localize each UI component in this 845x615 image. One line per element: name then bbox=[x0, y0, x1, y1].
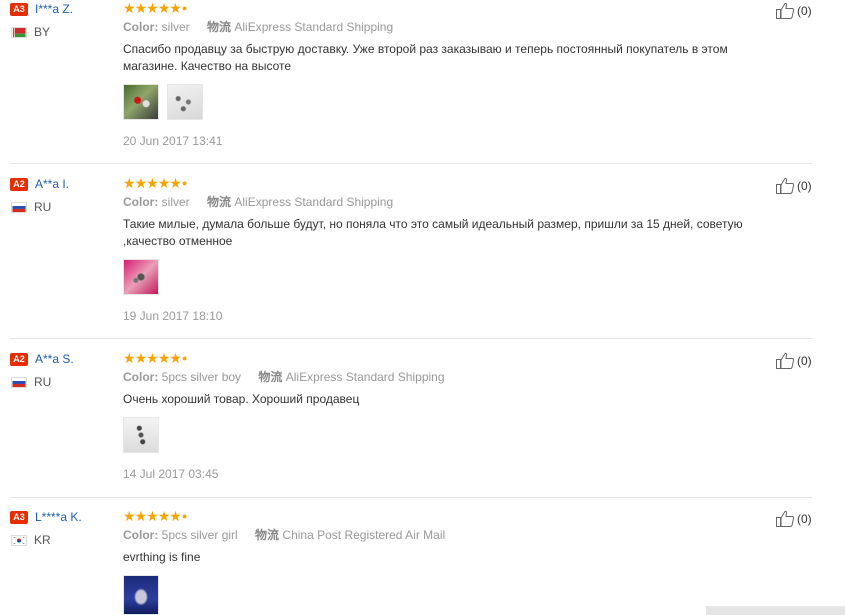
review-text: Очень хороший товар. Хороший продавец bbox=[123, 392, 360, 406]
reviewer-country: KR bbox=[34, 533, 51, 547]
reviewer-name[interactable]: A**a I. bbox=[35, 175, 69, 193]
page-footer-edge bbox=[706, 606, 845, 615]
shipping-value: AliExpress Standard Shipping bbox=[234, 20, 394, 34]
shipping-label: 物流 bbox=[207, 195, 232, 209]
order-info: Color: silver 物流 AliExpress Standard Shi… bbox=[123, 194, 393, 210]
star-icon: ★ bbox=[157, 508, 171, 524]
color-label: Color: bbox=[123, 528, 159, 542]
shipping-value: China Post Registered Air Mail bbox=[282, 528, 446, 542]
star-icon: ★ bbox=[123, 175, 136, 191]
shipping-label: 物流 bbox=[258, 370, 283, 384]
reviewer-name[interactable]: A**a S. bbox=[35, 350, 74, 368]
color-value: 5pcs silver girl bbox=[161, 528, 238, 542]
reviewer-name[interactable]: L****a K. bbox=[35, 508, 82, 526]
divider bbox=[10, 163, 812, 164]
reviewer-country: BY bbox=[34, 25, 51, 39]
like-count: (0) bbox=[797, 512, 812, 526]
reviewer-name[interactable]: I***a Z. bbox=[35, 0, 73, 18]
review-photos bbox=[123, 259, 164, 295]
star-icon: ★ bbox=[134, 0, 148, 16]
color-label: Color: bbox=[123, 20, 159, 34]
star-icon: ★ bbox=[157, 175, 171, 191]
reviewer-country: RU bbox=[34, 200, 52, 214]
thumbs-up-icon bbox=[776, 510, 795, 527]
star-rating: ★★★★★● bbox=[123, 175, 188, 191]
shipping-value: AliExpress Standard Shipping bbox=[234, 195, 394, 209]
review-text: evrthing is fine bbox=[123, 550, 201, 564]
color-label: Color: bbox=[123, 370, 159, 384]
star-icon: ★ bbox=[146, 350, 159, 366]
review-photo[interactable] bbox=[123, 575, 159, 615]
review-text: Спасибо продавцу за быструю доставку. Уж… bbox=[123, 42, 728, 73]
buyer-level-badge: A3 bbox=[10, 3, 28, 16]
color-value: silver bbox=[161, 195, 190, 209]
reviewer-country: RU bbox=[34, 375, 52, 389]
star-icon: ★ bbox=[146, 508, 159, 524]
star-icon: ★ bbox=[146, 175, 159, 191]
shipping-label: 物流 bbox=[255, 528, 280, 542]
russia-flag-icon bbox=[11, 202, 27, 213]
star-icon: ★ bbox=[157, 350, 171, 366]
color-value: silver bbox=[161, 20, 190, 34]
belarus-flag-icon bbox=[11, 27, 27, 38]
star-icon: ★ bbox=[134, 508, 148, 524]
star-icon: ★ bbox=[123, 0, 136, 16]
review-date: 14 Jul 2017 03:45 bbox=[123, 467, 219, 481]
review-photo[interactable] bbox=[123, 259, 159, 295]
thumbs-up-icon bbox=[776, 352, 795, 369]
like-count: (0) bbox=[797, 4, 812, 18]
review-photo[interactable] bbox=[123, 84, 159, 120]
star-icon: ★ bbox=[146, 0, 159, 16]
review-date: 20 Jun 2017 13:41 bbox=[123, 134, 223, 148]
star-icon: ★ bbox=[169, 508, 182, 524]
like-count: (0) bbox=[797, 179, 812, 193]
thumbs-up-icon bbox=[776, 2, 795, 19]
star-icon: ★ bbox=[169, 175, 182, 191]
star-rating: ★★★★★● bbox=[123, 350, 188, 366]
buyer-level-badge: A3 bbox=[10, 511, 28, 524]
star-icon: ★ bbox=[169, 0, 182, 16]
shipping-label: 物流 bbox=[207, 20, 232, 34]
review-photos bbox=[123, 575, 164, 615]
thumbs-up-icon bbox=[776, 177, 795, 194]
south-korea-flag-icon bbox=[11, 535, 27, 546]
shipping-value: AliExpress Standard Shipping bbox=[285, 370, 445, 384]
star-icon: ★ bbox=[134, 175, 148, 191]
color-label: Color: bbox=[123, 195, 159, 209]
color-value: 5pcs silver boy bbox=[161, 370, 242, 384]
review-photo[interactable] bbox=[123, 417, 159, 453]
review-date: 19 Jun 2017 18:10 bbox=[123, 309, 223, 323]
star-icon: ★ bbox=[169, 350, 182, 366]
buyer-level-badge: A2 bbox=[10, 178, 28, 191]
star-rating: ★★★★★● bbox=[123, 508, 188, 524]
review-photo[interactable] bbox=[167, 84, 204, 120]
divider bbox=[10, 497, 812, 498]
review-text: Такие милые, думала больше будут, но пон… bbox=[123, 217, 743, 248]
order-info: Color: 5pcs silver boy 物流 AliExpress Sta… bbox=[123, 369, 445, 385]
buyer-level-badge: A2 bbox=[10, 353, 28, 366]
order-info: Color: 5pcs silver girl 物流 China Post Re… bbox=[123, 527, 445, 543]
divider bbox=[10, 338, 812, 339]
like-count: (0) bbox=[797, 354, 812, 368]
star-icon: ★ bbox=[123, 350, 136, 366]
star-icon: ★ bbox=[157, 0, 171, 16]
star-icon: ★ bbox=[123, 508, 136, 524]
review-photos bbox=[123, 84, 208, 120]
order-info: Color: silver 物流 AliExpress Standard Shi… bbox=[123, 19, 393, 35]
russia-flag-icon bbox=[11, 377, 27, 388]
star-rating: ★★★★★● bbox=[123, 0, 188, 16]
review-photos bbox=[123, 417, 164, 453]
star-icon: ★ bbox=[134, 350, 148, 366]
